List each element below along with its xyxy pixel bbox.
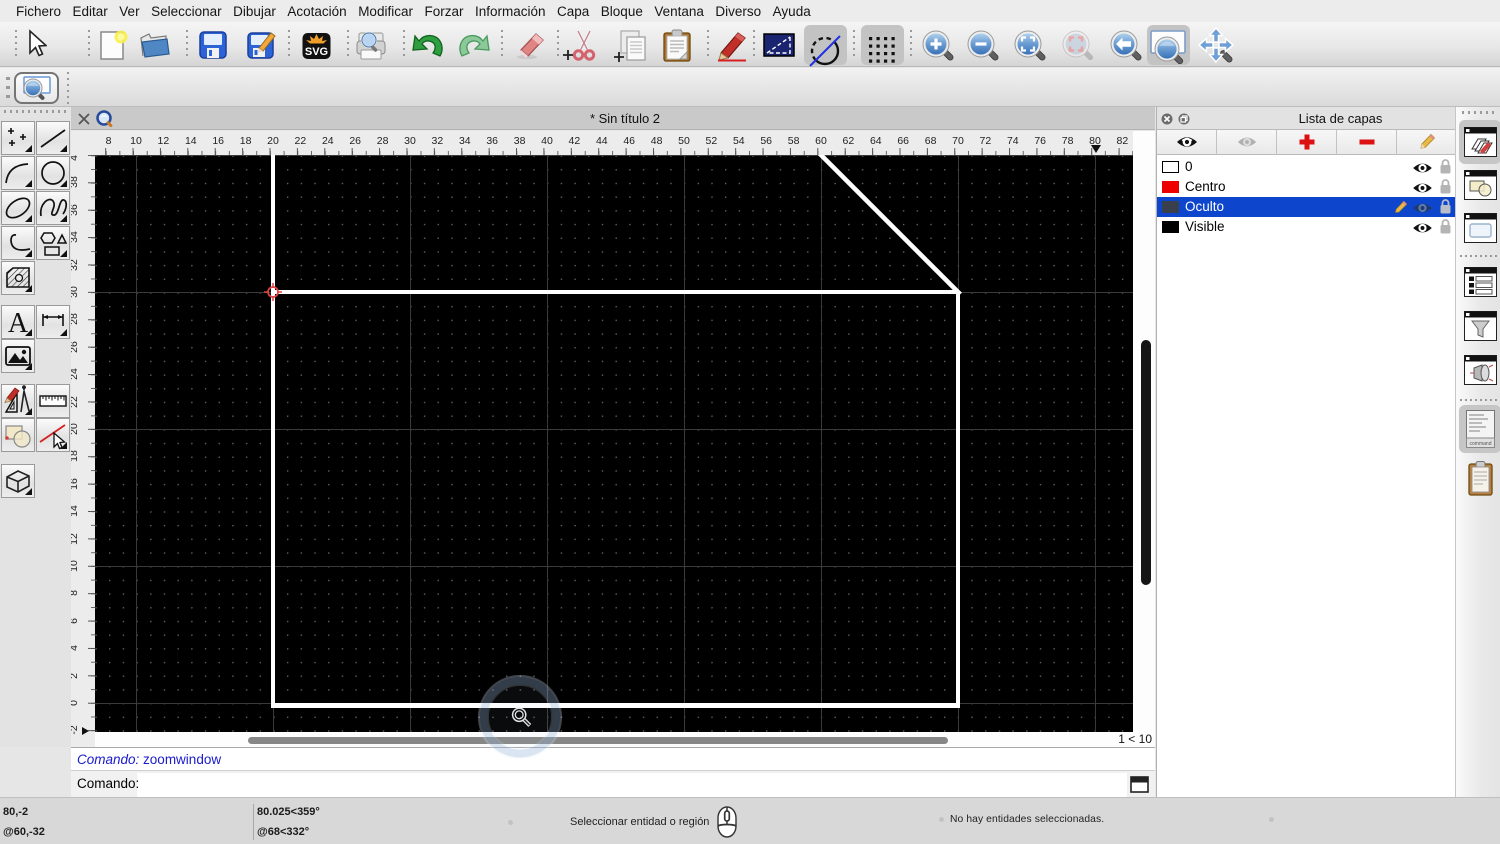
svg-text:command: command — [1470, 441, 1492, 447]
svg-text:SVG: SVG — [305, 46, 328, 58]
svg-text:A: A — [8, 308, 29, 338]
